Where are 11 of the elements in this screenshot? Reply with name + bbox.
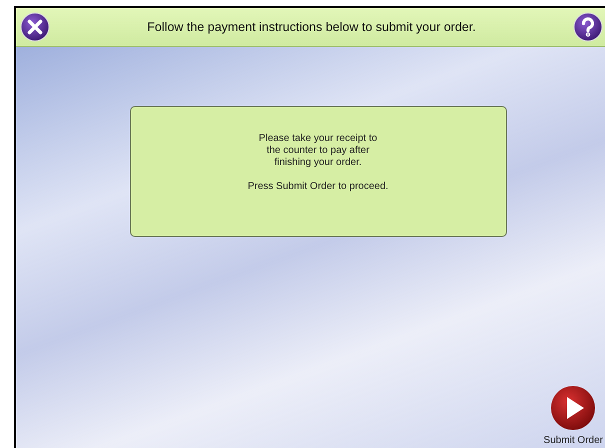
help-icon <box>573 12 603 42</box>
submit-order-button[interactable]: Submit Order <box>544 385 603 446</box>
message-line: Please take your receipt to <box>258 133 378 145</box>
header-title: Follow the payment instructions below to submit your order. <box>146 20 477 34</box>
close-button[interactable] <box>20 12 50 42</box>
help-button[interactable] <box>573 12 603 42</box>
message-line: the counter to pay after <box>266 145 370 157</box>
play-icon <box>550 385 596 431</box>
close-icon <box>20 12 50 42</box>
message-note: Press Submit Order to proceed. <box>248 181 388 193</box>
message-line: finishing your order. <box>274 157 362 169</box>
